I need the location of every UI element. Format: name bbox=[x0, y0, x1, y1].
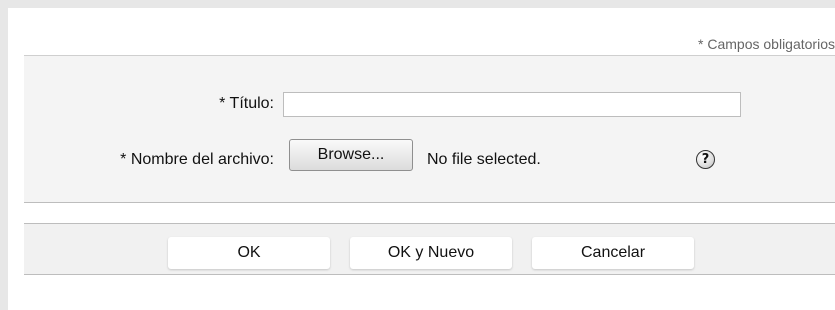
ok-and-new-button[interactable]: OK y Nuevo bbox=[350, 237, 512, 269]
file-selection-status: No file selected. bbox=[427, 151, 541, 168]
ok-button[interactable]: OK bbox=[168, 237, 330, 269]
title-input[interactable] bbox=[283, 92, 741, 117]
required-fields-note: * Campos obligatorios bbox=[698, 36, 835, 52]
browse-button[interactable]: Browse... bbox=[289, 139, 413, 171]
cancel-button[interactable]: Cancelar bbox=[532, 237, 694, 269]
form-bottom-divider bbox=[24, 202, 835, 203]
title-label: * Título: bbox=[219, 95, 274, 112]
dialog-window: * Campos obligatorios * Título: * Nombre… bbox=[8, 8, 835, 310]
action-bar: OK OK y Nuevo Cancelar bbox=[24, 223, 835, 275]
form-panel bbox=[24, 56, 835, 202]
help-icon[interactable]: ? bbox=[696, 150, 715, 169]
file-name-label: * Nombre del archivo: bbox=[120, 151, 274, 168]
